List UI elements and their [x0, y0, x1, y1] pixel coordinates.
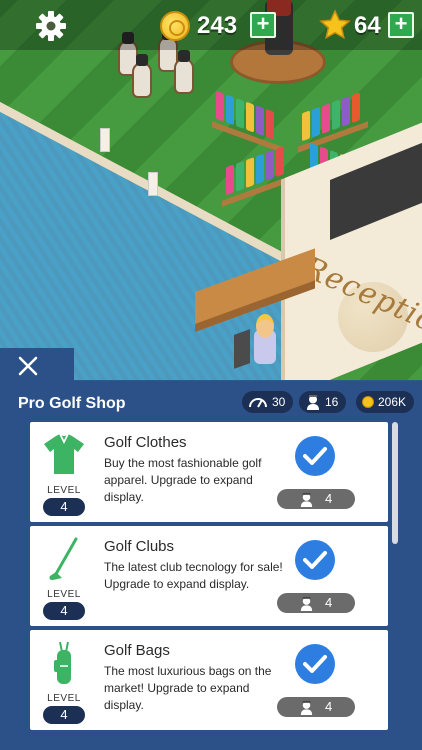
- golf-bag-icon: [54, 641, 71, 684]
- level-label: LEVEL: [47, 485, 81, 496]
- star-icon: [319, 9, 351, 40]
- staff-requirement-value: 4: [325, 699, 333, 714]
- panel-title: Pro Golf Shop: [18, 395, 126, 412]
- scrollbar[interactable]: [392, 422, 398, 544]
- check-icon: [295, 540, 335, 580]
- speedometer-icon: [249, 398, 267, 408]
- gear-icon[interactable]: [35, 10, 67, 42]
- item-description: Buy the most fashionable golf apparel. U…: [104, 456, 262, 504]
- staff-icon: [300, 596, 313, 611]
- game-scene[interactable]: Reception: [0, 0, 422, 380]
- staff-requirement: 4: [277, 593, 355, 613]
- item-title: Golf Clubs: [104, 538, 175, 555]
- staff-value: 16: [325, 395, 339, 409]
- staff-icon: [307, 395, 319, 410]
- speed-value: 30: [272, 395, 286, 409]
- golf-bag-display: [132, 54, 152, 98]
- item-description: The most luxurious bags on the market! U…: [104, 664, 272, 712]
- coin-icon: [362, 396, 374, 408]
- level-label: LEVEL: [47, 693, 81, 704]
- coin-count: 243: [197, 12, 238, 39]
- golf-bag-display: [174, 50, 194, 94]
- item-title: Golf Clothes: [104, 434, 187, 451]
- add-coins-button[interactable]: +: [250, 12, 276, 38]
- check-icon: [295, 436, 335, 476]
- staff-icon: [300, 700, 313, 715]
- speed-stat: 30: [242, 391, 294, 413]
- level-value: 4: [43, 706, 85, 724]
- add-stars-button[interactable]: +: [388, 12, 414, 38]
- deck-post: [148, 172, 158, 196]
- golf-club-icon: [49, 537, 78, 580]
- item-title: Golf Bags: [104, 642, 170, 659]
- close-icon[interactable]: [17, 355, 39, 377]
- deck-post: [100, 128, 110, 152]
- level-value: 4: [43, 602, 85, 620]
- upgrade-card-golf-clubs[interactable]: LEVEL 4 Golf Clubs The latest club tecno…: [30, 526, 388, 626]
- top-hud: 243 + 64 +: [0, 0, 422, 50]
- staff-requirement: 4: [277, 489, 355, 509]
- income-stat: 206K: [356, 391, 415, 413]
- receptionist: [254, 314, 276, 364]
- coin-icon: [160, 11, 190, 41]
- staff-requirement-value: 4: [325, 491, 333, 506]
- staff-requirement: 4: [277, 697, 355, 717]
- check-icon: [295, 644, 335, 684]
- star-count: 64: [354, 12, 381, 39]
- upgrade-card-golf-bags[interactable]: LEVEL 4 Golf Bags The most luxurious bag…: [30, 630, 388, 730]
- level-value: 4: [43, 498, 85, 516]
- item-description: The latest club tecnology for sale! Upgr…: [104, 560, 283, 591]
- close-tab[interactable]: [0, 348, 74, 384]
- shirt-icon: [44, 433, 84, 474]
- income-value: 206K: [378, 395, 407, 409]
- upgrade-card-golf-clothes[interactable]: LEVEL 4 Golf Clothes Buy the most fashio…: [30, 422, 388, 522]
- staff-stat: 16: [299, 391, 347, 413]
- level-label: LEVEL: [47, 589, 81, 600]
- computer-monitor: [234, 329, 250, 369]
- staff-requirement-value: 4: [325, 595, 333, 610]
- staff-icon: [300, 492, 313, 507]
